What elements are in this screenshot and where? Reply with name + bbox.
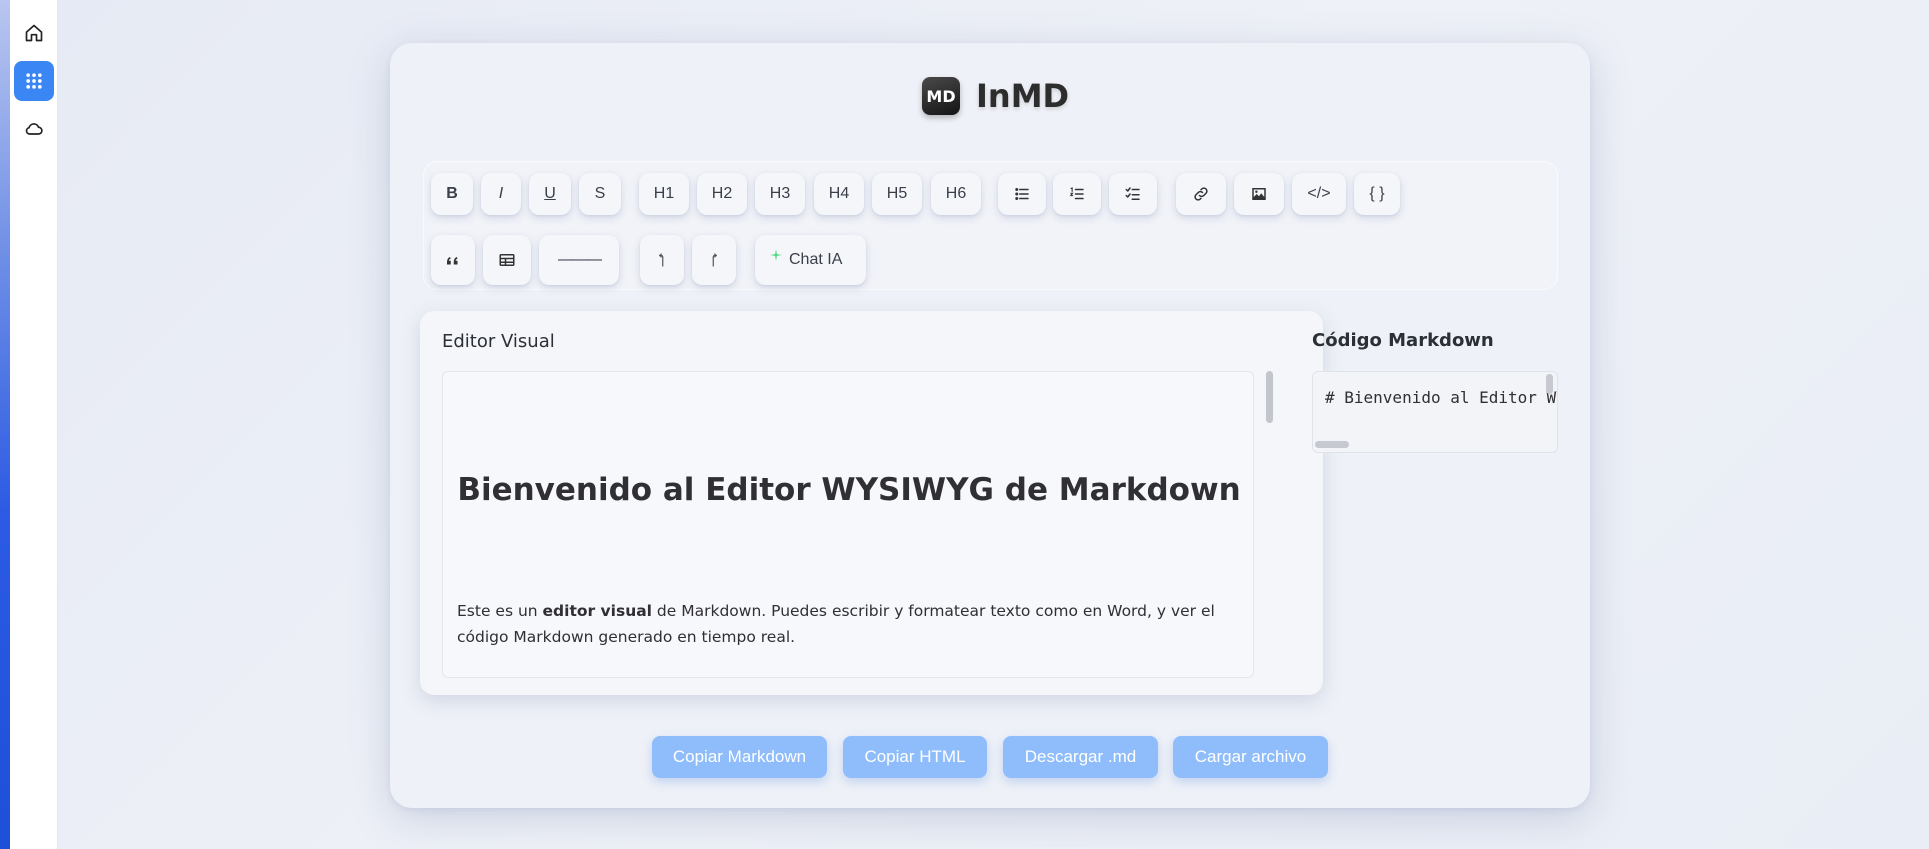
brand: MD InMD [922,75,1069,117]
h6-button[interactable]: H6 [931,173,981,215]
copy-markdown-button[interactable]: Copiar Markdown [652,736,827,778]
editor-scroll-thumb[interactable] [1266,371,1273,423]
visual-editor-title: Editor Visual [442,331,555,352]
bullet-list-button[interactable] [998,173,1046,215]
redo-icon [712,253,718,267]
copy-html-button[interactable]: Copiar HTML [843,736,987,778]
link-icon [1194,187,1208,201]
app-logo: MD [922,77,960,115]
h1-button[interactable]: H1 [639,173,689,215]
undo-button[interactable] [640,235,684,285]
desktop-edge [0,0,10,849]
code-block-button[interactable]: { } [1354,173,1400,215]
home-icon [25,24,43,42]
ordered-list-icon [1069,187,1084,200]
redo-button[interactable] [692,235,736,285]
paragraph-bold-text: editor visual [542,602,652,620]
cloud-icon [25,123,43,135]
sidebar [10,0,58,849]
table-icon [499,254,515,266]
sidebar-item-cloud[interactable] [14,109,54,149]
markdown-code-title: Código Markdown [1312,330,1494,351]
inline-code-button[interactable]: </> [1292,173,1346,215]
formatting-toolbar: B I U S H1 H2 H3 H4 H5 H6 </> { } ——— Ch… [423,161,1558,290]
markdown-code-text: # Bienvenido al Editor WYSIWYG de Markdo… [1325,388,1557,407]
app-name: InMD [976,77,1070,115]
image-button[interactable] [1234,173,1284,215]
task-list-icon [1125,187,1140,200]
link-button[interactable] [1176,173,1226,215]
table-button[interactable] [483,235,531,285]
undo-icon [658,253,664,267]
h3-button[interactable]: H3 [755,173,805,215]
paragraph-text-start: Este es un [457,602,543,620]
h2-button[interactable]: H2 [697,173,747,215]
image-icon [1252,188,1266,200]
download-md-button[interactable]: Descargar .md [1003,736,1158,778]
ordered-list-button[interactable] [1053,173,1101,215]
chat-ia-button[interactable]: Chat IA [755,235,866,285]
chat-ia-label: Chat IA [789,251,843,268]
h5-button[interactable]: H5 [872,173,922,215]
sparkle-icon [770,249,782,261]
strikethrough-button[interactable]: S [579,173,621,215]
bold-button[interactable]: B [431,173,473,215]
h4-button[interactable]: H4 [814,173,864,215]
italic-button[interactable]: I [481,173,521,215]
horizontal-rule-button[interactable]: ——— [539,235,619,285]
sidebar-item-apps[interactable] [14,61,54,101]
underline-button[interactable]: U [529,173,571,215]
task-list-button[interactable] [1109,173,1157,215]
bullet-list-icon [1015,188,1029,200]
editor-scrollbar[interactable] [1264,371,1274,678]
editor-heading: Bienvenido al Editor WYSIWYG de Markdown [457,472,1241,508]
visual-editor-area[interactable]: Bienvenido al Editor WYSIWYG de Markdown… [442,371,1254,678]
sidebar-item-home[interactable] [14,13,54,53]
quote-icon [447,257,458,265]
app-card: MD InMD B I U S H1 H2 H3 H4 H5 H6 </> { … [390,43,1590,808]
editor-paragraph: Este es un editor visual de Markdown. Pu… [457,598,1217,650]
code-horizontal-scroll-thumb[interactable] [1315,441,1349,448]
code-vertical-scroll-thumb[interactable] [1546,374,1553,394]
markdown-code-area[interactable]: # Bienvenido al Editor WYSIWYG de Markdo… [1312,371,1558,453]
upload-file-button[interactable]: Cargar archivo [1173,736,1328,778]
blockquote-button[interactable] [431,235,475,285]
visual-editor-panel: Editor Visual Bienvenido al Editor WYSIW… [420,311,1323,695]
apps-grid-icon [26,73,42,89]
